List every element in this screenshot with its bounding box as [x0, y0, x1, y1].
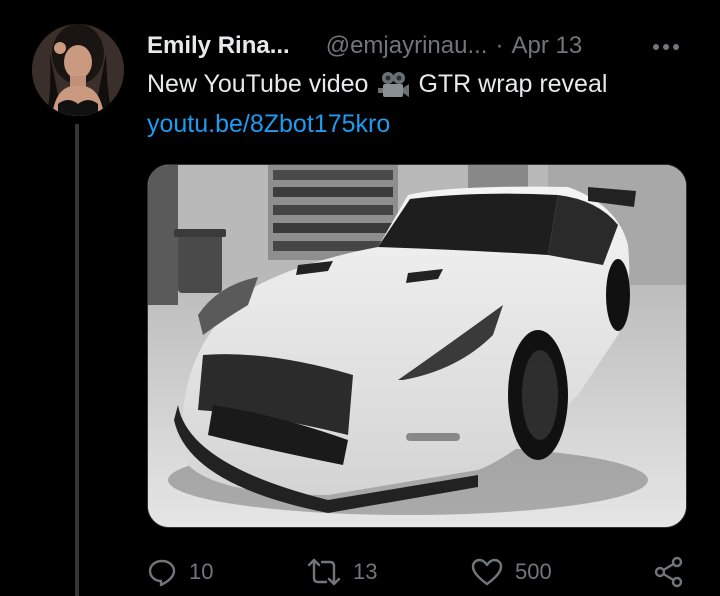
share-icon	[654, 556, 683, 588]
retweet-count: 13	[353, 559, 378, 584]
reply-button[interactable]: 10	[147, 552, 213, 592]
author-display-name[interactable]: Emily Rina...	[147, 32, 290, 60]
tweet-link[interactable]: youtu.be/8Zbot175kro	[147, 110, 390, 139]
tweet-date[interactable]: Apr 13	[511, 32, 582, 60]
tweet[interactable]: Emily Rina... @emjayrinau... · Apr 13 Ne…	[0, 0, 720, 596]
thread-line	[75, 124, 79, 596]
author-handle[interactable]: @emjayrinau...	[326, 32, 488, 60]
tweet-header: Emily Rina... @emjayrinau... · Apr 13	[147, 30, 690, 62]
retweet-button[interactable]: 13	[307, 552, 377, 592]
tweet-text-part-2: GTR wrap reveal	[418, 70, 608, 98]
share-button[interactable]	[653, 552, 685, 592]
reply-icon	[148, 559, 176, 587]
like-button[interactable]: 500	[471, 552, 552, 592]
tweet-text: New YouTube video GTR wrap reveal	[147, 70, 607, 99]
tweet-text-part-1: New YouTube video	[147, 70, 369, 98]
reply-count: 10	[189, 559, 214, 584]
more-options-button[interactable]	[650, 36, 682, 58]
separator-dot: ·	[495, 32, 504, 59]
car-photo	[148, 165, 686, 527]
tweet-actions: 10 13 500	[147, 552, 693, 592]
retweet-icon	[307, 558, 341, 586]
movie-camera-icon	[378, 71, 410, 99]
like-count: 500	[515, 559, 552, 584]
heart-icon	[471, 558, 503, 586]
avatar[interactable]	[32, 24, 124, 116]
tweet-media-image[interactable]	[147, 164, 687, 528]
more-dots-icon	[653, 44, 679, 50]
